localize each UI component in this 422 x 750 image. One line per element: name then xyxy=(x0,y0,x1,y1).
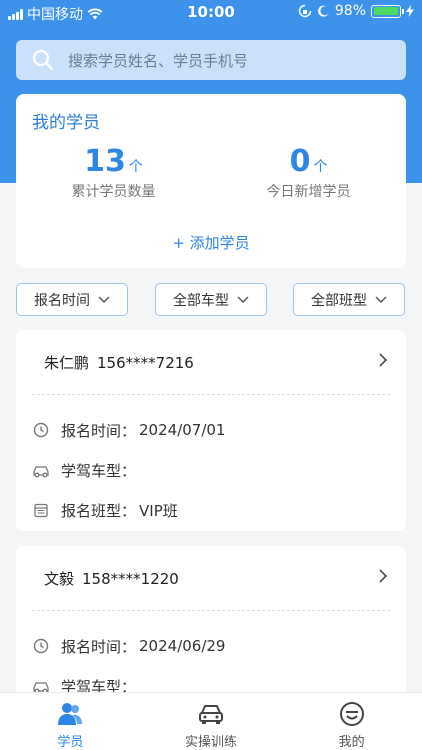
today-new-value: 0 xyxy=(289,144,311,179)
student-card[interactable]: 朱仁鹏 156****7216 报名时间： 2024/07/01 学驾车型： 报名班… xyxy=(16,330,406,531)
my-students-card: 我的学员 13 个 累计学员数量 0个 今日新增学员 + 添加学员 xyxy=(16,94,406,268)
search-icon xyxy=(32,49,54,71)
total-students-value: 13 xyxy=(84,144,126,179)
add-student-button[interactable]: + 添加学员 xyxy=(16,232,406,253)
total-students-label: 累计学员数量 xyxy=(71,184,156,200)
class-type-value: VIP班 xyxy=(139,501,178,520)
status-bar: 中国移动 10:00 98% xyxy=(0,0,422,24)
search-placeholder: 搜索学员姓名、学员手机号 xyxy=(68,51,249,70)
filter-car-type[interactable]: 全部车型 xyxy=(155,283,267,316)
card-title: 我的学员 xyxy=(32,113,100,133)
filter-label: 报名时间 xyxy=(34,292,90,309)
student-phone: 158****1220 xyxy=(82,570,179,588)
student-card-header[interactable]: 文毅 158****1220 xyxy=(16,546,406,610)
chevron-down-icon xyxy=(375,295,387,303)
alarm-icon xyxy=(317,5,329,17)
battery-percent: 98% xyxy=(334,3,366,19)
registration-time-value: 2024/06/29 xyxy=(139,637,226,655)
car-icon xyxy=(199,705,223,724)
filter-class-type[interactable]: 全部班型 xyxy=(293,283,405,316)
student-name: 文毅 xyxy=(44,570,75,588)
tab-label: 实操训练 xyxy=(185,735,238,750)
car-icon xyxy=(32,461,50,479)
student-card[interactable]: 文毅 158****1220 报名时间： 2024/06/29 学驾车型： xyxy=(16,546,406,706)
student-name-phone: 文毅 158****1220 xyxy=(44,568,179,589)
people-icon xyxy=(58,703,83,725)
battery-icon xyxy=(371,4,404,18)
student-phone: 156****7216 xyxy=(97,354,194,372)
clock-icon xyxy=(32,421,50,439)
total-students-unit: 个 xyxy=(128,159,143,175)
student-card-header[interactable]: 朱仁鹏 156****7216 xyxy=(16,330,406,394)
chevron-down-icon xyxy=(98,295,110,303)
class-type-label: 报名班型： xyxy=(61,501,137,520)
search-bar[interactable]: 搜索学员姓名、学员手机号 xyxy=(16,40,406,80)
total-students-stat: 13 个 累计学员数量 xyxy=(16,144,211,201)
filter-label: 全部班型 xyxy=(311,292,367,309)
car-type-row: 学驾车型： xyxy=(16,450,406,490)
clock-icon xyxy=(32,637,50,655)
registration-time-row: 报名时间： 2024/06/29 xyxy=(16,626,406,666)
today-new-label: 今日新增学员 xyxy=(266,184,351,200)
filter-registration-time[interactable]: 报名时间 xyxy=(16,283,128,316)
student-name-phone: 朱仁鹏 156****7216 xyxy=(44,352,194,373)
smiley-icon xyxy=(339,702,364,726)
bottom-tab-bar: 学员 实操训练 我的 xyxy=(0,692,422,750)
registration-time-label: 报名时间： xyxy=(61,421,137,440)
tab-practical-training[interactable]: 实操训练 xyxy=(141,693,282,750)
registration-time-value: 2024/07/01 xyxy=(139,421,226,439)
chevron-down-icon xyxy=(237,295,249,303)
charging-icon xyxy=(406,5,414,17)
chevron-right-icon[interactable] xyxy=(378,568,388,584)
filter-label: 全部车型 xyxy=(173,292,229,309)
chevron-right-icon[interactable] xyxy=(378,352,388,368)
calendar-icon xyxy=(32,501,50,519)
tab-label: 我的 xyxy=(338,735,365,750)
car-type-label: 学驾车型： xyxy=(61,461,137,480)
tab-label: 学员 xyxy=(57,735,84,750)
lock-rotation-icon xyxy=(298,4,312,18)
registration-time-label: 报名时间： xyxy=(61,637,137,656)
class-type-row: 报名班型： VIP班 xyxy=(16,490,406,530)
tab-mine[interactable]: 我的 xyxy=(281,693,422,750)
student-name: 朱仁鹏 xyxy=(44,354,90,372)
registration-time-row: 报名时间： 2024/07/01 xyxy=(16,410,406,450)
tab-students[interactable]: 学员 xyxy=(0,693,141,750)
today-new-unit: 个 xyxy=(313,159,328,175)
today-new-stat: 0个 今日新增学员 xyxy=(211,144,406,201)
